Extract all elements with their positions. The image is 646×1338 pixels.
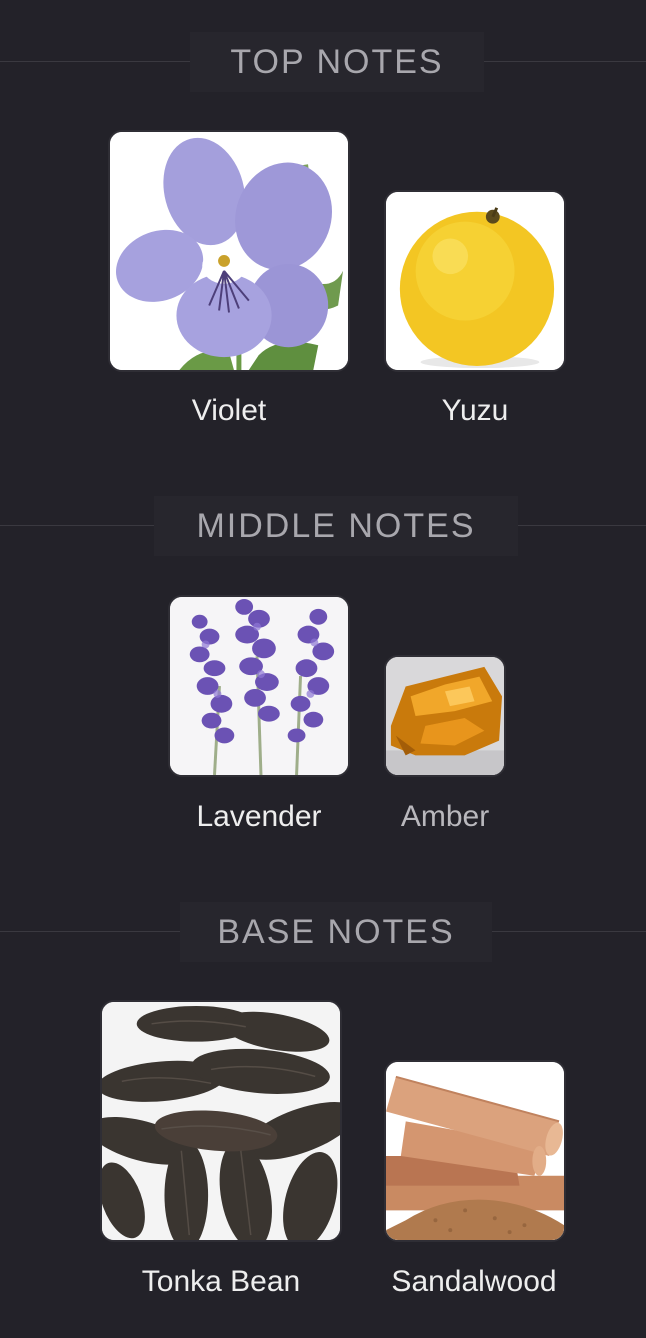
divider-line (484, 61, 646, 62)
note-image-violet[interactable] (108, 130, 350, 372)
violet-flower-image (110, 132, 348, 370)
lavender-sprigs-image (170, 597, 348, 775)
note-image-sandalwood[interactable] (384, 1060, 566, 1242)
section-title: MIDDLE NOTES (196, 506, 476, 545)
note-label-sandalwood: Sandalwood (391, 1265, 557, 1298)
tonka-beans-image (102, 1002, 340, 1240)
section-header-top-notes: TOP NOTES (0, 32, 646, 92)
note-label-lavender: Lavender (196, 800, 322, 833)
divider-line (492, 931, 646, 932)
note-label-amber: Amber (400, 800, 490, 833)
note-label-violet: Violet (191, 394, 267, 427)
section-title-box: BASE NOTES (180, 902, 492, 962)
divider-line (0, 931, 180, 932)
yuzu-fruit-image (386, 192, 564, 370)
note-image-amber[interactable] (384, 655, 506, 777)
section-header-base-notes: BASE NOTES (0, 902, 646, 962)
note-image-yuzu[interactable] (384, 190, 566, 372)
divider-line (0, 525, 154, 526)
section-title-box: MIDDLE NOTES (154, 496, 518, 556)
divider-line (0, 61, 190, 62)
sandalwood-sticks-image (386, 1062, 564, 1240)
note-image-lavender[interactable] (168, 595, 350, 777)
note-label-tonka-bean: Tonka Bean (141, 1265, 301, 1298)
section-title-box: TOP NOTES (190, 32, 484, 92)
section-header-middle-notes: MIDDLE NOTES (0, 496, 646, 556)
note-image-tonka-bean[interactable] (100, 1000, 342, 1242)
note-label-yuzu: Yuzu (441, 394, 509, 427)
amber-resin-image (386, 657, 504, 775)
divider-line (518, 525, 646, 526)
section-title: BASE NOTES (217, 912, 455, 951)
section-title: TOP NOTES (230, 42, 444, 81)
